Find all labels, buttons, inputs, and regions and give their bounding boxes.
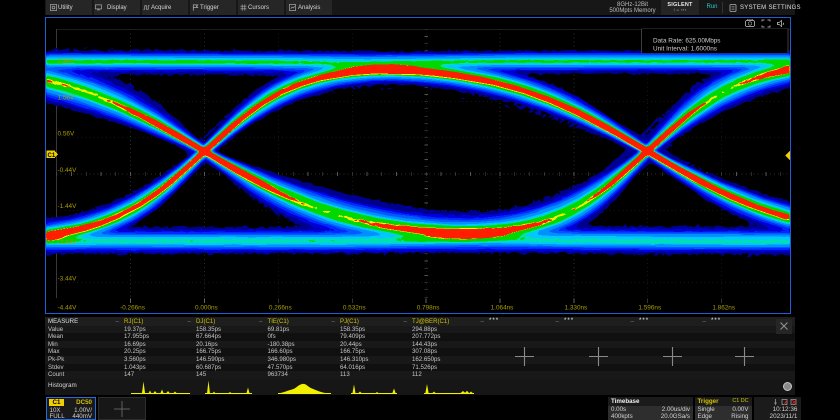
svg-text:1.064ns: 1.064ns	[491, 305, 514, 312]
svg-text:C1: C1	[48, 153, 56, 159]
svg-text:-0.266ns: -0.266ns	[120, 305, 145, 312]
svg-text:-4.44V: -4.44V	[58, 305, 78, 312]
svg-text:-3.44V: -3.44V	[58, 275, 78, 282]
svg-text:1.596ns: 1.596ns	[638, 305, 661, 312]
svg-text:1.56V: 1.56V	[58, 94, 75, 101]
svg-text:1.330ns: 1.330ns	[565, 305, 588, 312]
svg-text:0.266ns: 0.266ns	[269, 305, 292, 312]
svg-text:-2.44V: -2.44V	[58, 239, 78, 246]
svg-text:-0.44V: -0.44V	[58, 167, 78, 174]
svg-text:1.862ns: 1.862ns	[712, 305, 735, 312]
svg-text:2.56V: 2.56V	[58, 58, 75, 65]
svg-text:0.532ns: 0.532ns	[343, 305, 366, 312]
svg-text:Unit Interval: 1.6000ns: Unit Interval: 1.6000ns	[653, 45, 717, 52]
svg-text:0.000ns: 0.000ns	[195, 305, 218, 312]
svg-text:0.798ns: 0.798ns	[417, 305, 440, 312]
svg-text:Data Rate: 625.00Mbps: Data Rate: 625.00Mbps	[653, 38, 721, 45]
svg-text:0.56V: 0.56V	[58, 131, 75, 138]
svg-text:-1.44V: -1.44V	[58, 203, 78, 210]
